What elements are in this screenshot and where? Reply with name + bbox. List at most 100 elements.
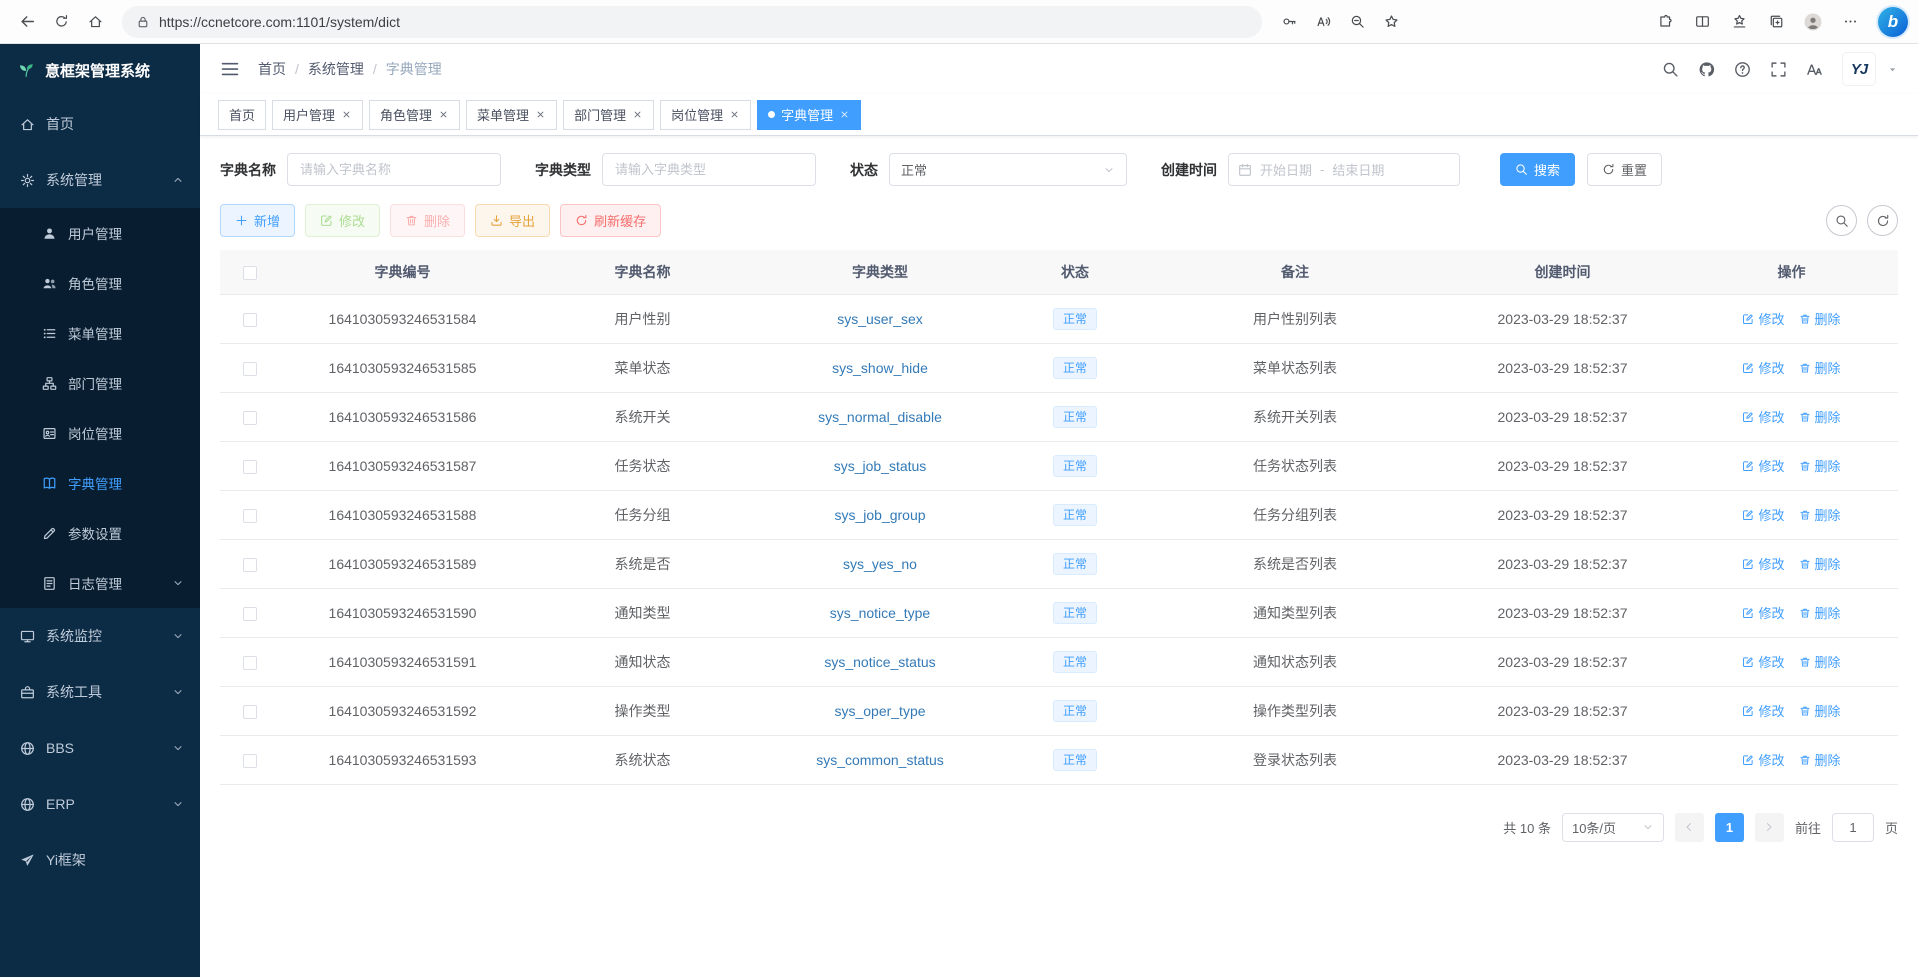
tab-role-management[interactable]: 角色管理 (369, 100, 460, 130)
sidebar-item-param-settings[interactable]: 参数设置 (0, 508, 200, 558)
close-icon[interactable] (341, 109, 352, 120)
tab-post-management[interactable]: 岗位管理 (660, 100, 751, 130)
breadcrumb-item[interactable]: 系统管理 (308, 59, 364, 79)
refresh-table-button[interactable] (1867, 205, 1898, 236)
browser-refresh-button[interactable] (44, 5, 78, 39)
browser-menu-button[interactable] (1833, 5, 1867, 39)
row-edit-button[interactable]: 修改 (1742, 554, 1784, 573)
sidebar-item-bbs[interactable]: BBS (0, 720, 200, 776)
export-button[interactable]: 导出 (475, 204, 550, 237)
password-key-button[interactable] (1272, 5, 1306, 39)
fullscreen-button[interactable] (1770, 61, 1787, 78)
help-button[interactable] (1734, 61, 1751, 78)
split-screen-button[interactable] (1685, 5, 1719, 39)
row-checkbox[interactable] (243, 313, 257, 327)
row-checkbox[interactable] (243, 509, 257, 523)
row-edit-button[interactable]: 修改 (1742, 701, 1784, 720)
header-search-button[interactable] (1662, 61, 1679, 78)
close-icon[interactable] (438, 109, 449, 120)
sidebar-item-dept-management[interactable]: 部门管理 (0, 358, 200, 408)
extensions-button[interactable] (1648, 5, 1682, 39)
row-checkbox[interactable] (243, 411, 257, 425)
sidebar-item-log-management[interactable]: 日志管理 (0, 558, 200, 608)
sidebar-item-role-management[interactable]: 角色管理 (0, 258, 200, 308)
sidebar-item-post-management[interactable]: 岗位管理 (0, 408, 200, 458)
sidebar-item-user-management[interactable]: 用户管理 (0, 208, 200, 258)
dict-type-input[interactable] (602, 153, 816, 186)
row-edit-button[interactable]: 修改 (1742, 456, 1784, 475)
copilot-icon[interactable]: b (1878, 7, 1908, 37)
dict-type-link[interactable]: sys_yes_no (843, 556, 917, 572)
close-icon[interactable] (729, 109, 740, 120)
row-delete-button[interactable]: 删除 (1799, 456, 1841, 475)
row-edit-button[interactable]: 修改 (1742, 603, 1784, 622)
favorites-button[interactable] (1722, 5, 1756, 39)
dict-name-input[interactable] (287, 153, 501, 186)
row-delete-button[interactable]: 删除 (1799, 505, 1841, 524)
add-button[interactable]: 新增 (220, 204, 295, 237)
refresh-cache-button[interactable]: 刷新缓存 (560, 204, 661, 237)
goto-page-input[interactable] (1832, 813, 1874, 842)
close-icon[interactable] (632, 109, 643, 120)
current-page[interactable]: 1 (1715, 813, 1744, 842)
row-delete-button[interactable]: 删除 (1799, 309, 1841, 328)
address-bar[interactable]: https://ccnetcore.com:1101/system/dict (122, 6, 1262, 38)
sidebar-item-dict-management[interactable]: 字典管理 (0, 458, 200, 508)
zoom-button[interactable] (1340, 5, 1374, 39)
sidebar-item-yi-framework[interactable]: Yi框架 (0, 832, 200, 888)
sidebar-item-system-tools[interactable]: 系统工具 (0, 664, 200, 720)
reset-button[interactable]: 重置 (1587, 153, 1662, 186)
sidebar-logo[interactable]: 意框架管理系统 (0, 44, 200, 96)
sidebar-item-system-management[interactable]: 系统管理 (0, 152, 200, 208)
tab-dict-management[interactable]: 字典管理 (757, 100, 861, 130)
row-checkbox[interactable] (243, 656, 257, 670)
row-edit-button[interactable]: 修改 (1742, 358, 1784, 377)
sidebar-item-system-monitor[interactable]: 系统监控 (0, 608, 200, 664)
browser-home-button[interactable] (78, 5, 112, 39)
tab-dept-management[interactable]: 部门管理 (563, 100, 654, 130)
close-icon[interactable] (535, 109, 546, 120)
row-delete-button[interactable]: 删除 (1799, 652, 1841, 671)
row-checkbox[interactable] (243, 362, 257, 376)
row-checkbox[interactable] (243, 558, 257, 572)
row-edit-button[interactable]: 修改 (1742, 750, 1784, 769)
dict-type-link[interactable]: sys_common_status (816, 752, 944, 768)
dict-type-link[interactable]: sys_job_group (834, 507, 925, 523)
close-icon[interactable] (839, 109, 850, 120)
row-edit-button[interactable]: 修改 (1742, 309, 1784, 328)
dict-type-link[interactable]: sys_notice_status (824, 654, 935, 670)
row-delete-button[interactable]: 删除 (1799, 750, 1841, 769)
row-delete-button[interactable]: 删除 (1799, 407, 1841, 426)
dict-type-link[interactable]: sys_normal_disable (818, 409, 942, 425)
row-checkbox[interactable] (243, 607, 257, 621)
row-edit-button[interactable]: 修改 (1742, 407, 1784, 426)
page-size-select[interactable]: 10条/页 (1562, 813, 1664, 842)
row-checkbox[interactable] (243, 754, 257, 768)
dict-type-link[interactable]: sys_user_sex (837, 311, 923, 327)
sidebar-item-home[interactable]: 首页 (0, 96, 200, 152)
dict-type-link[interactable]: sys_job_status (834, 458, 927, 474)
favorite-add-button[interactable] (1374, 5, 1408, 39)
prev-page-button[interactable] (1675, 813, 1704, 842)
row-delete-button[interactable]: 删除 (1799, 603, 1841, 622)
read-aloud-button[interactable] (1306, 5, 1340, 39)
delete-button[interactable]: 删除 (390, 204, 465, 237)
tab-home[interactable]: 首页 (218, 100, 266, 130)
dict-type-link[interactable]: sys_oper_type (834, 703, 925, 719)
font-size-button[interactable] (1806, 61, 1823, 78)
row-delete-button[interactable]: 删除 (1799, 701, 1841, 720)
profile-button[interactable] (1796, 5, 1830, 39)
dict-type-link[interactable]: sys_show_hide (832, 360, 928, 376)
row-checkbox[interactable] (243, 460, 257, 474)
breadcrumb-item[interactable]: 首页 (258, 59, 286, 79)
date-range-picker[interactable]: 开始日期 - 结束日期 (1228, 153, 1460, 186)
status-select[interactable]: 正常 (889, 153, 1127, 186)
sidebar-item-erp[interactable]: ERP (0, 776, 200, 832)
row-delete-button[interactable]: 删除 (1799, 554, 1841, 573)
github-button[interactable] (1698, 61, 1715, 78)
caret-down-icon[interactable] (1887, 64, 1898, 75)
tab-menu-management[interactable]: 菜单管理 (466, 100, 557, 130)
sidebar-toggle-icon[interactable] (220, 59, 240, 79)
row-checkbox[interactable] (243, 705, 257, 719)
row-delete-button[interactable]: 删除 (1799, 358, 1841, 377)
